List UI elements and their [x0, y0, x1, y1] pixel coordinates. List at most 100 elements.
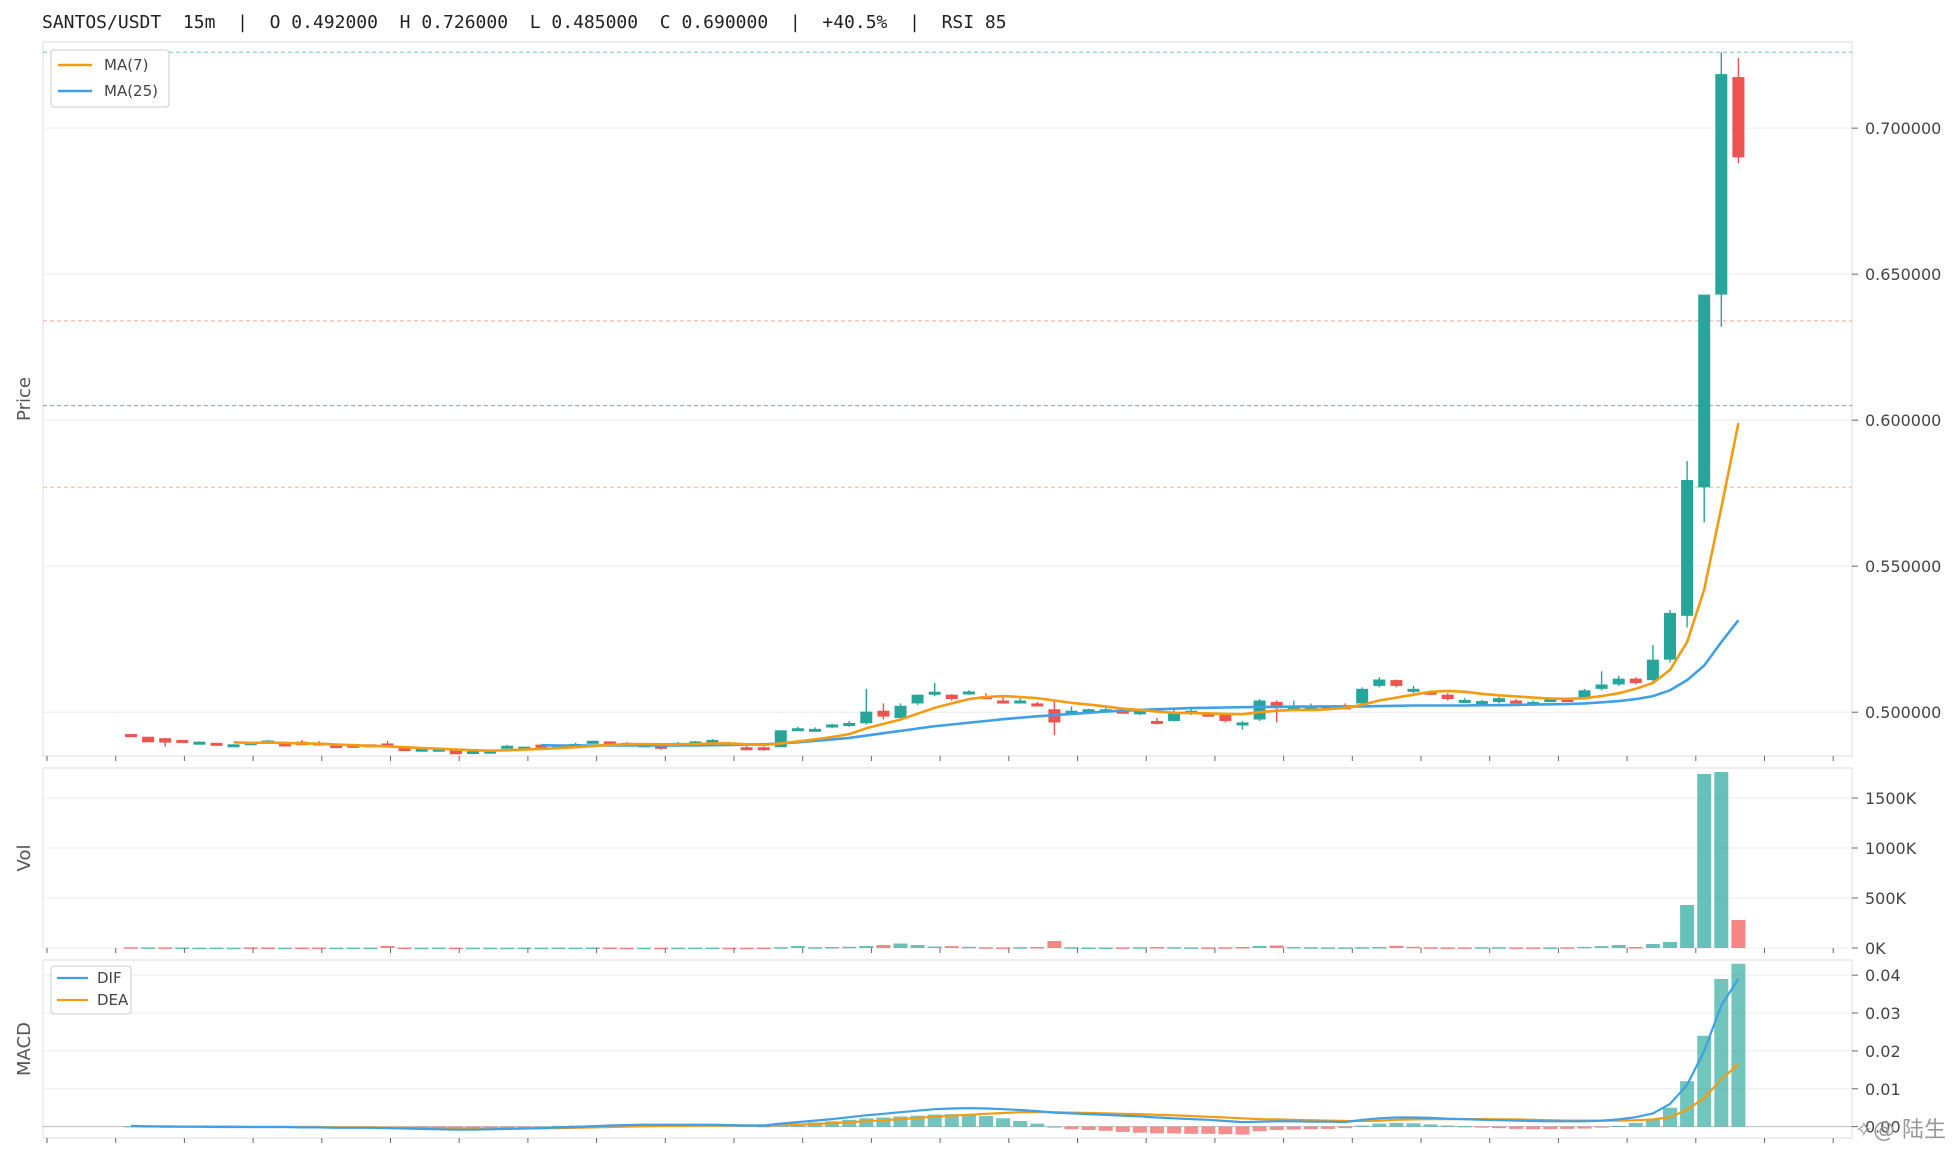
volume-tick-label: 1000K	[1865, 839, 1917, 858]
volume-bar	[175, 947, 190, 949]
volume-bar	[243, 947, 258, 949]
macd-histogram-bar	[1235, 1126, 1250, 1135]
volume-bar	[1423, 947, 1438, 949]
candle-up	[1236, 722, 1249, 726]
macd-histogram-bar	[1560, 1126, 1575, 1129]
volume-bar	[1115, 947, 1130, 949]
volume-bar	[1406, 946, 1421, 949]
candle-down	[1441, 694, 1454, 700]
volume-bar	[1389, 945, 1404, 948]
candle-down	[757, 747, 770, 751]
volume-bar	[1577, 946, 1592, 949]
volume-bar	[346, 947, 361, 950]
candle-down	[125, 734, 137, 738]
volume-bar	[1321, 947, 1335, 949]
candle-down	[159, 738, 172, 743]
candle-up	[1698, 294, 1711, 488]
volume-bar	[1611, 945, 1626, 948]
candle-up	[1664, 612, 1676, 660]
volume-bar	[927, 946, 942, 948]
volume-bar	[1355, 947, 1370, 949]
macd-histogram-bar	[1594, 1126, 1609, 1128]
volume-bar	[1663, 942, 1677, 948]
volume-bar	[688, 947, 703, 950]
macd-histogram-bar	[1389, 1122, 1404, 1127]
volume-bar	[1081, 947, 1096, 949]
volume-bar	[996, 947, 1011, 949]
candle-up	[227, 744, 240, 748]
volume-bar	[876, 945, 891, 948]
macd-histogram-bar	[1457, 1126, 1472, 1128]
volume-bar	[654, 947, 669, 950]
volume-tick-label: 0K	[1865, 939, 1886, 958]
candle-up	[809, 728, 821, 732]
volume-bar	[1150, 947, 1164, 949]
ma7-legend-label: MA(7)	[104, 56, 148, 74]
macd-histogram-bar	[1440, 1125, 1455, 1127]
ma25-line	[541, 619, 1740, 747]
volume-bar	[534, 947, 549, 950]
macd-histogram-bar	[1372, 1123, 1387, 1127]
candle-up	[1595, 684, 1608, 689]
volume-bar	[192, 947, 207, 950]
macd-tick-label: 0.04	[1865, 966, 1901, 985]
volume-bar	[1047, 941, 1062, 948]
macd-histogram-bar	[961, 1114, 976, 1127]
volume-bar	[1680, 905, 1695, 948]
volume-bar	[380, 946, 395, 948]
volume-bar	[329, 947, 344, 950]
volume-bar	[1645, 944, 1660, 948]
macd-histogram-bar	[1150, 1126, 1164, 1134]
candle-down	[1629, 678, 1642, 683]
candle-up	[962, 691, 975, 695]
volume-bar	[500, 947, 515, 950]
macd-histogram-bar	[1303, 1126, 1318, 1130]
volume-bar	[1218, 947, 1233, 949]
volume-bar	[1440, 947, 1455, 949]
volume-bar	[1303, 947, 1318, 949]
macd-histogram-bar	[1115, 1126, 1130, 1132]
volume-bar	[1731, 920, 1746, 948]
candle-up	[1014, 700, 1027, 704]
volume-bar	[158, 947, 173, 949]
macd-histogram-bar	[1013, 1120, 1028, 1127]
macd-histogram-bar	[1030, 1123, 1045, 1127]
volume-bar	[859, 946, 874, 948]
candle-down	[176, 739, 189, 743]
macd-histogram-bar	[1167, 1126, 1182, 1134]
candle-down	[210, 742, 223, 746]
volume-bar	[1201, 947, 1216, 949]
price-panel-frame	[42, 41, 1853, 757]
candle-up	[1475, 701, 1488, 705]
candle-up	[193, 741, 206, 745]
volume-bar	[893, 943, 908, 948]
price-legend: MA(7) MA(25)	[50, 49, 170, 108]
volume-bar	[619, 947, 634, 950]
candle-up	[1407, 688, 1420, 692]
macd-histogram-bar	[1628, 1122, 1643, 1127]
macd-legend: DIF DEA	[50, 965, 132, 1015]
macd-histogram-bar	[1252, 1126, 1267, 1132]
macd-histogram-bar	[1132, 1126, 1147, 1133]
volume-bar	[739, 947, 754, 950]
volume-bar	[1714, 772, 1729, 948]
volume-bar	[790, 946, 805, 948]
volume-bar	[466, 947, 480, 950]
macd-histogram-bar	[1543, 1126, 1558, 1130]
candle-down	[945, 694, 958, 700]
dea-legend-label: DEA	[97, 991, 129, 1009]
volume-bar	[397, 947, 412, 949]
volume-bar	[124, 947, 138, 949]
candlestick-chart[interactable]: Price 0.500000 0.550000 0.600000 0.650000 0.7…	[0, 0, 1956, 1156]
price-panel-title: Price	[14, 377, 35, 421]
volume-bar	[448, 947, 463, 950]
volume-bar	[483, 947, 498, 950]
macd-histogram-bar	[1081, 1126, 1096, 1131]
ma25-legend-label: MA(25)	[104, 82, 158, 100]
volume-bar	[1167, 947, 1182, 949]
price-tick-label: 0.550000	[1865, 557, 1941, 576]
volume-bar	[671, 947, 686, 950]
macd-histogram-bar	[1526, 1126, 1541, 1130]
volume-bar	[277, 947, 292, 950]
macd-histogram-bar	[1355, 1125, 1370, 1127]
